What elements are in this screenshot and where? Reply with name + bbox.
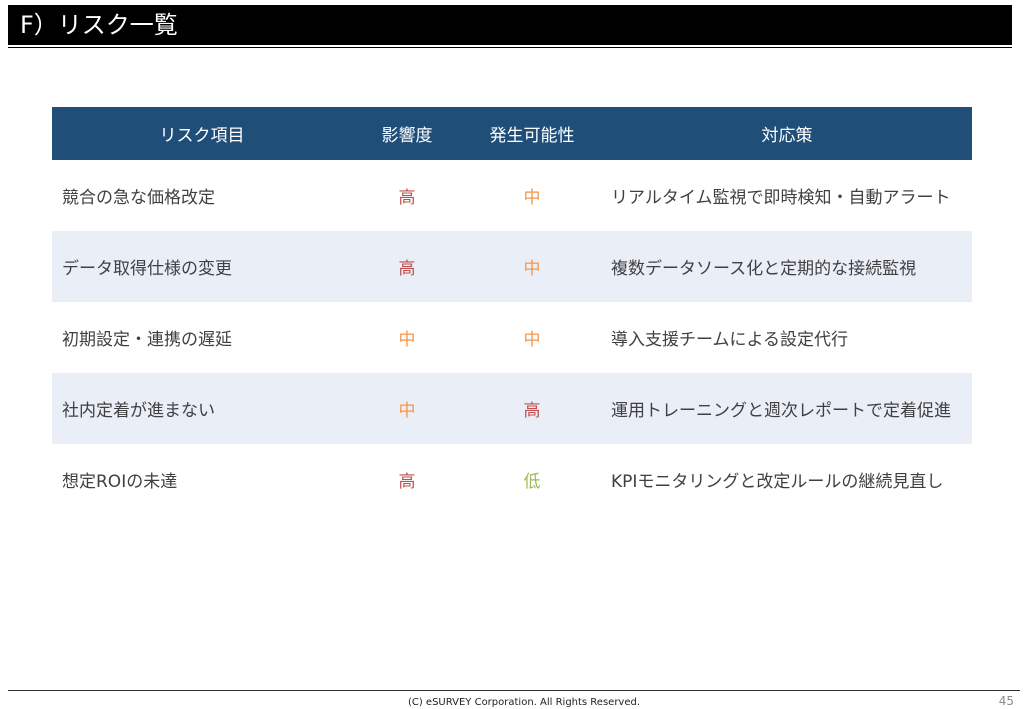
table-row: 想定ROIの未達 高 低 KPIモニタリングと改定ルールの継続見直し [52,444,972,515]
measure-cell: リアルタイム監視で即時検知・自動アラート [611,188,951,208]
risk-item-cell: データ取得仕様の変更 [52,231,352,302]
header-risk-item: リスク項目 [52,107,352,160]
probability-cell: 高 [462,373,602,444]
header-probability: 発生可能性 [462,107,602,160]
risk-item-cell: 想定ROIの未達 [62,472,178,492]
probability-cell: 中 [523,330,541,350]
title-underline [8,47,1012,48]
risk-table: リスク項目 影響度 発生可能性 対応策 競合の急な価格改定 高 中 リアルタイム… [52,107,972,515]
measure-cell: 運用トレーニングと週次レポートで定着促進 [602,373,972,444]
impact-cell: 中 [398,330,416,350]
footer-rule [8,690,1020,691]
impact-cell: 高 [398,472,416,492]
table-row: 競合の急な価格改定 高 中 リアルタイム監視で即時検知・自動アラート [52,160,972,231]
impact-cell: 高 [352,231,462,302]
probability-cell: 中 [523,188,541,208]
probability-cell: 低 [523,472,541,492]
header-impact: 影響度 [352,107,462,160]
risk-item-cell: 社内定着が進まない [52,373,352,444]
risk-item-cell: 初期設定・連携の遅延 [62,330,232,350]
slide-title: F）リスク一覧 [20,11,178,39]
measure-cell: KPIモニタリングと改定ルールの継続見直し [611,472,944,492]
probability-cell: 中 [462,231,602,302]
measure-cell: 導入支援チームによる設定代行 [611,330,848,350]
table-header-row: リスク項目 影響度 発生可能性 対応策 [52,107,972,160]
table-row: データ取得仕様の変更 高 中 複数データソース化と定期的な接続監視 [52,231,972,302]
page-number: 45 [998,694,1014,708]
table-row: 社内定着が進まない 中 高 運用トレーニングと週次レポートで定着促進 [52,373,972,444]
risk-item-cell: 競合の急な価格改定 [62,188,215,208]
impact-cell: 中 [352,373,462,444]
header-measure: 対応策 [602,107,972,160]
measure-cell: 複数データソース化と定期的な接続監視 [602,231,972,302]
table-row: 初期設定・連携の遅延 中 中 導入支援チームによる設定代行 [52,302,972,373]
title-bar: F）リスク一覧 [8,5,1012,45]
impact-cell: 高 [398,188,416,208]
copyright-text: (C) eSURVEY Corporation. All Rights Rese… [407,697,641,708]
